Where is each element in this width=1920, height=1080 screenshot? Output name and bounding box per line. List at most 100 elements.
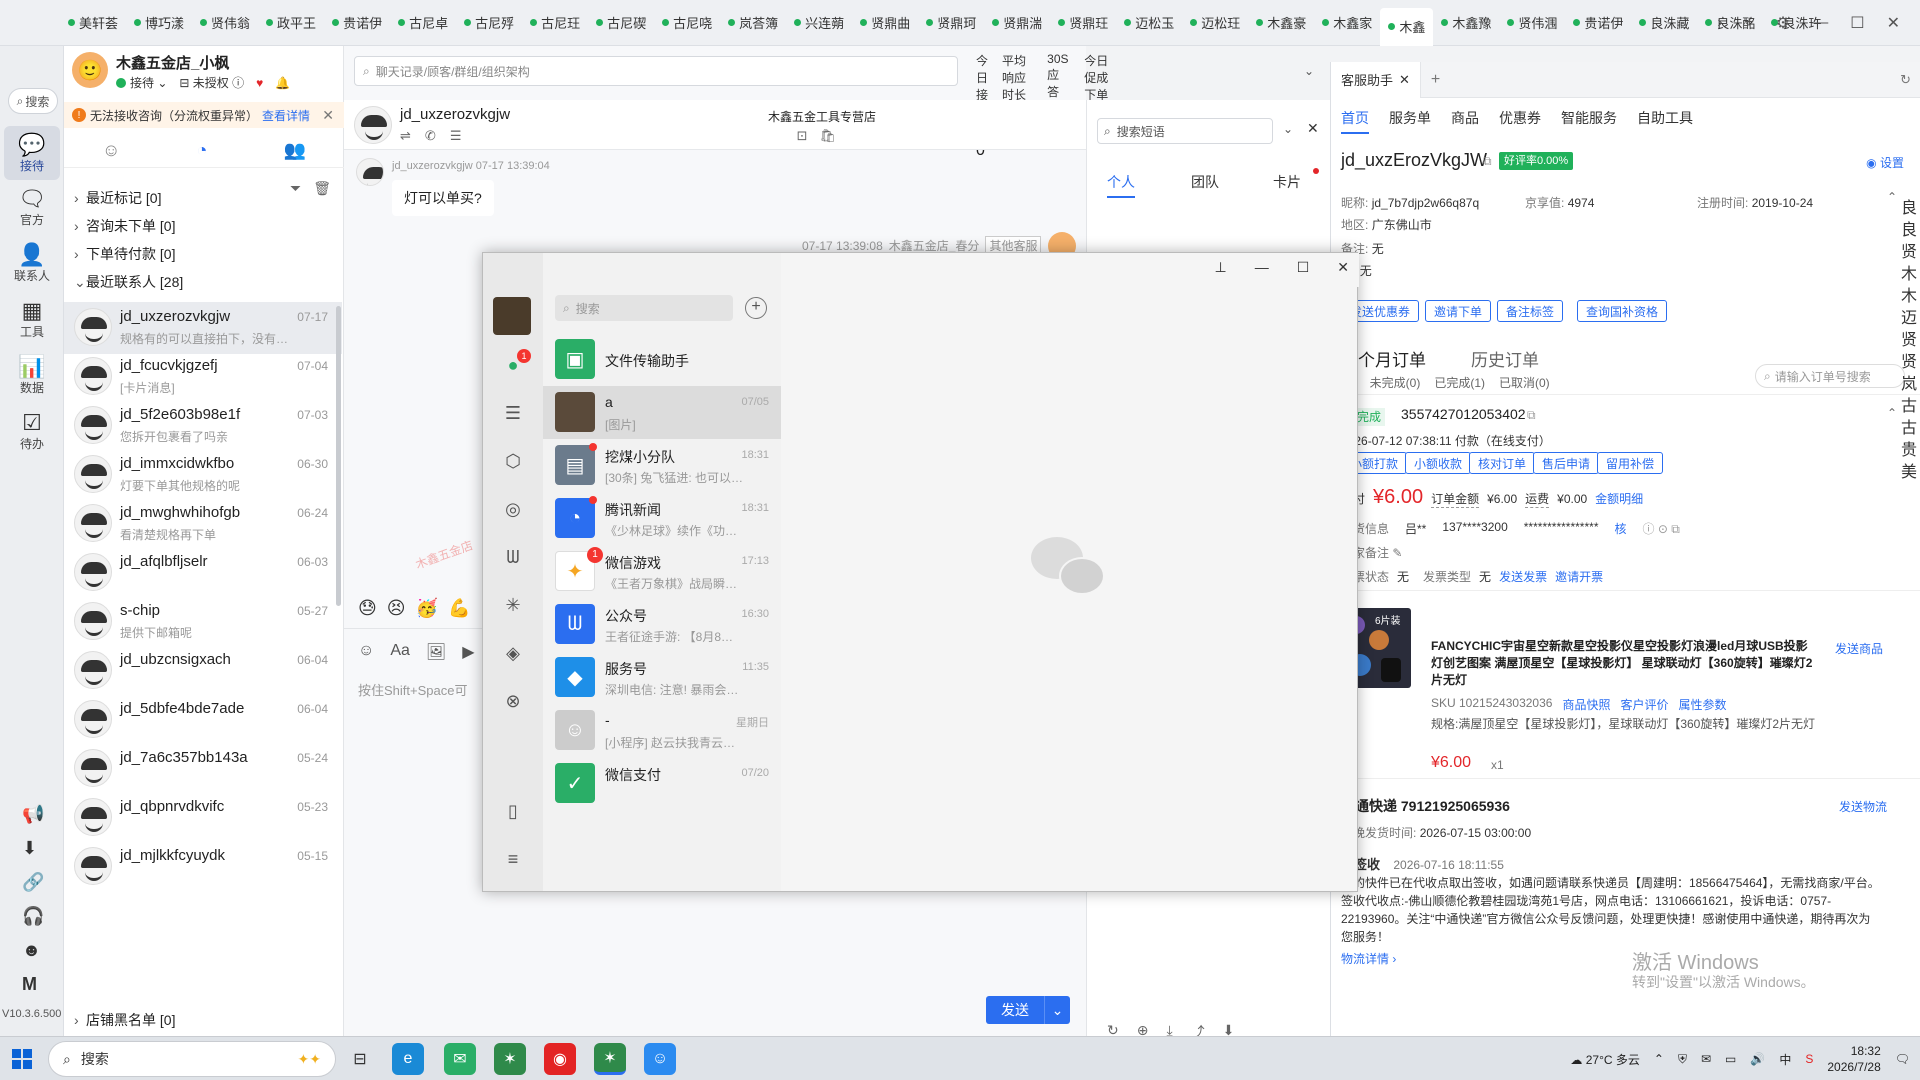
app-icon[interactable]: ✶ bbox=[594, 1043, 626, 1075]
chat-app-icon[interactable]: ☺ bbox=[644, 1043, 676, 1075]
favorites-icon[interactable]: ⬡ bbox=[501, 449, 525, 473]
collapse-icon[interactable]: ⌃ bbox=[1887, 190, 1897, 204]
add-tab-icon[interactable]: + bbox=[1745, 14, 1754, 32]
nav-item-data[interactable]: 📊 数据 bbox=[4, 348, 60, 402]
contact-item[interactable]: jd_uxzerozvkgjw 规格有的可以直接拍下，没有的... 07-17 bbox=[64, 302, 342, 354]
assistant-nav-item[interactable]: 智能服务 bbox=[1561, 108, 1617, 134]
heart-icon[interactable]: ♥ bbox=[256, 76, 263, 90]
close-tab-icon[interactable]: ✕ bbox=[1399, 72, 1410, 88]
nav-item-official[interactable]: 🗨 官方 bbox=[4, 180, 60, 234]
moments-icon[interactable]: ◎ bbox=[501, 497, 525, 521]
order-action-button[interactable]: 留用补偿 bbox=[1597, 452, 1664, 474]
contact-scrollbar[interactable] bbox=[336, 306, 341, 606]
wechat-chat-item[interactable]: ☺-[小程序] 赵云扶我青云志，我...星期日 bbox=[543, 704, 781, 757]
nav-item-tools[interactable]: ▦ 工具 bbox=[4, 292, 60, 346]
side-tab[interactable]: 贤 bbox=[1901, 352, 1920, 374]
antivirus-icon[interactable]: S bbox=[1805, 1052, 1813, 1066]
quick-reply-search[interactable]: ⌕ 搜索短语 bbox=[1097, 118, 1273, 144]
order-action-button[interactable]: 核对订单 bbox=[1469, 452, 1536, 474]
wechat-chat-item[interactable]: ᗯ公众号王者征途手游: 【8月8夏日盛...16:30 bbox=[543, 598, 781, 651]
add-tab-icon[interactable]: + bbox=[1431, 71, 1440, 89]
side-tab[interactable]: 木 bbox=[1901, 286, 1920, 308]
side-tab[interactable]: 良 bbox=[1901, 220, 1920, 242]
help-icon[interactable]: ⓘ ⊙ ⧉ bbox=[1643, 520, 1680, 537]
app-icon[interactable]: ✶ bbox=[494, 1043, 526, 1075]
side-tab[interactable]: 贵 bbox=[1901, 440, 1920, 462]
account-tab[interactable]: 贤伟翁 bbox=[192, 8, 258, 38]
side-tab[interactable]: 古 bbox=[1901, 418, 1920, 440]
wechat-taskbar-icon[interactable]: ✉ bbox=[444, 1043, 476, 1075]
megaphone-icon[interactable]: 📢 bbox=[22, 804, 44, 825]
assistant-nav-item[interactable]: 商品 bbox=[1451, 108, 1479, 134]
send-product-button[interactable]: 发送商品 bbox=[1835, 640, 1883, 657]
account-tab[interactable]: 贤鼎玨 bbox=[1050, 8, 1116, 38]
nav-item-todo[interactable]: ☑ 待办 bbox=[4, 404, 60, 458]
clock[interactable]: 18:32 2026/7/28 bbox=[1827, 1043, 1880, 1075]
transfer-icon[interactable]: ⇌ bbox=[400, 128, 411, 144]
menu-icon[interactable]: ≡ bbox=[501, 847, 525, 871]
more-tabs-icon[interactable]: › bbox=[1717, 14, 1722, 32]
pin-icon[interactable]: ⊥ bbox=[1215, 259, 1227, 276]
account-tab[interactable]: 博巧漾 bbox=[126, 8, 192, 38]
video-icon[interactable]: ▶ bbox=[462, 642, 474, 662]
copy-icon[interactable]: ⧉ bbox=[1483, 154, 1492, 169]
weather-icon[interactable]: ☁ 27°C 多云 bbox=[1570, 1051, 1640, 1068]
account-tab[interactable]: 贤鼎湍 bbox=[984, 8, 1050, 38]
tab-history-icon[interactable]: ◔ bbox=[197, 140, 208, 161]
order-filter[interactable]: 未完成(0) bbox=[1370, 374, 1421, 391]
group-blacklist[interactable]: › 店铺黑名单 [0] bbox=[74, 1010, 175, 1030]
wechat-chat-item[interactable]: a [图片] 07/05 bbox=[543, 386, 781, 439]
shield-icon[interactable]: ⛨ bbox=[1678, 1052, 1687, 1067]
order-tab-history[interactable]: 历史订单 bbox=[1471, 346, 1539, 371]
assistant-nav-item[interactable]: 服务单 bbox=[1389, 108, 1431, 134]
snapshot-link[interactable]: 商品快照 bbox=[1562, 696, 1610, 713]
emoji-icon[interactable]: 🥳 bbox=[416, 598, 438, 619]
contact-item[interactable]: jd_mjlkkfcyuydk 05-15 bbox=[64, 841, 342, 890]
side-tab[interactable]: 贤 bbox=[1901, 330, 1920, 352]
tab-chat-icon[interactable]: ☺ bbox=[102, 140, 120, 161]
account-tab[interactable]: 贤鼎珂 bbox=[918, 8, 984, 38]
minimize-icon[interactable]: — bbox=[1255, 259, 1269, 276]
shop-avatar[interactable]: 🙂 bbox=[72, 52, 108, 88]
bell-icon[interactable]: 🔔 bbox=[275, 76, 290, 90]
attributes-link[interactable]: 属性参数 bbox=[1678, 696, 1726, 713]
close-quick-reply-icon[interactable]: ✕ bbox=[1307, 120, 1319, 137]
headset-icon[interactable]: 🎧 bbox=[22, 906, 44, 927]
emoji-picker-icon[interactable]: ☺ bbox=[358, 642, 374, 662]
maximize-icon[interactable]: ☐ bbox=[1297, 259, 1310, 276]
account-tab[interactable]: 木鑫豫 bbox=[1433, 8, 1499, 38]
collapse-order-icon[interactable]: ⌃ bbox=[1887, 406, 1897, 420]
contact-item[interactable]: s-chip 提供下邮箱呢 05-27 bbox=[64, 596, 342, 645]
mini-program-icon[interactable]: ◈ bbox=[501, 641, 525, 665]
account-tab[interactable]: 木鑫豪 bbox=[1248, 8, 1314, 38]
side-tab[interactable]: 古 bbox=[1901, 396, 1920, 418]
account-tab[interactable]: 岚荅簿 bbox=[720, 8, 786, 38]
account-tab[interactable]: 贵诺伊 bbox=[1565, 8, 1631, 38]
side-tab[interactable]: 迈 bbox=[1901, 308, 1920, 330]
account-tab[interactable]: 古尼殍 bbox=[456, 8, 522, 38]
tab-personal[interactable]: 个人 bbox=[1107, 172, 1135, 198]
assistant-nav-item[interactable]: 首页 bbox=[1341, 108, 1369, 134]
font-icon[interactable]: Aa bbox=[390, 642, 410, 662]
contact-item[interactable]: jd_qbpnrvdkvifc 05-23 bbox=[64, 792, 342, 841]
assistant-nav-item[interactable]: 优惠券 bbox=[1499, 108, 1541, 134]
contacts-icon[interactable]: ☰ bbox=[501, 401, 525, 425]
account-tab[interactable]: 贵诺伊 bbox=[324, 8, 390, 38]
channels-icon[interactable]: ᗯ bbox=[501, 545, 525, 569]
refresh-icon[interactable]: ↻ bbox=[1900, 72, 1911, 88]
contact-item[interactable]: jd_fcucvkjgzefj [卡片消息] 07-04 bbox=[64, 351, 342, 400]
search-discover-icon[interactable]: ✳ bbox=[501, 593, 525, 617]
account-tab[interactable]: 美轩荟 bbox=[60, 8, 126, 38]
customer-action-button[interactable]: 备注标签 bbox=[1497, 300, 1564, 322]
wechat-tray-icon[interactable]: ✉ bbox=[1701, 1052, 1711, 1066]
order-action-button[interactable]: 小额收款 bbox=[1405, 452, 1472, 474]
group-consult-no-order[interactable]: › 咨询未下单 [0] bbox=[74, 216, 175, 236]
send-logistics-button[interactable]: 发送物流 bbox=[1839, 798, 1887, 815]
phone-icon[interactable]: ▯ bbox=[501, 799, 525, 823]
message-input[interactable]: 按住Shift+Space可 bbox=[358, 680, 467, 699]
wechat-chat-item[interactable]: ▣ 文件传输助手 bbox=[543, 333, 781, 386]
auth-status[interactable]: ⊟ 未授权 ⓘ bbox=[179, 74, 244, 91]
invite-invoice-link[interactable]: 邀请开票 bbox=[1555, 568, 1603, 585]
reviews-link[interactable]: 客户评价 bbox=[1620, 696, 1668, 713]
ime-icon[interactable]: 中 bbox=[1779, 1051, 1791, 1068]
